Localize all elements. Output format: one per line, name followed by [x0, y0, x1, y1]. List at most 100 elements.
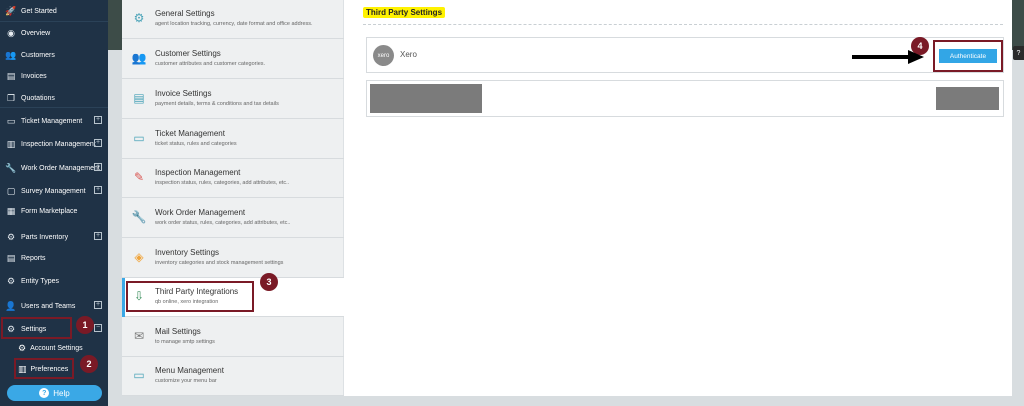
- sidebar-item-work-order-management[interactable]: 🔧 Work Order Management +: [0, 157, 108, 179]
- sidebar-item-parts-inventory[interactable]: ⚙ Parts Inventory +: [0, 226, 108, 248]
- menu-item-title: Inspection Management: [155, 168, 241, 177]
- menu-item-desc: customer attributes and customer categor…: [155, 61, 266, 67]
- expand-icon[interactable]: +: [94, 116, 102, 124]
- menu-item-title: Mail Settings: [155, 327, 201, 336]
- settings-menu-work-order[interactable]: 🔧 Work Order Management work order status,…: [122, 199, 344, 238]
- menu-item-desc: inventory categories and stock managemen…: [155, 260, 284, 266]
- expand-icon[interactable]: +: [94, 232, 102, 240]
- redacted-block: [936, 87, 999, 110]
- highlight-box: [126, 281, 254, 312]
- sidebar-item-label: Account Settings: [30, 344, 83, 352]
- expand-icon[interactable]: +: [94, 301, 102, 309]
- settings-menu-ticket[interactable]: ▭ Ticket Management ticket status, rules a…: [122, 120, 344, 159]
- menu-item-title: Ticket Management: [155, 129, 225, 138]
- menu-item-title: Invoice Settings: [155, 89, 212, 98]
- settings-menu-inspection[interactable]: ✎ Inspection Management inspection status,…: [122, 159, 344, 198]
- sidebar-item-label: Get Started: [21, 7, 57, 15]
- sidebar-item-label: Customers: [21, 51, 55, 59]
- sidebar-item-customers[interactable]: 👥 Customers: [0, 44, 108, 66]
- sidebar-item-form-marketplace[interactable]: ▦ Form Marketplace: [0, 200, 108, 222]
- sidebar-item-get-started[interactable]: 🚀 Get Started: [0, 0, 108, 22]
- ticket-icon: ▭: [6, 115, 16, 126]
- reports-icon: ▤: [6, 252, 16, 263]
- menu-item-title: Work Order Management: [155, 208, 246, 217]
- expand-icon[interactable]: +: [94, 186, 102, 194]
- sidebar-item-inspection-management[interactable]: ▥ Inspection Management +: [0, 133, 108, 155]
- rocket-icon: 🚀: [5, 5, 17, 16]
- settings-menu-inventory[interactable]: ◈ Inventory Settings inventory categories …: [122, 239, 344, 278]
- users-icon: 👤: [5, 300, 17, 311]
- settings-menu-mail[interactable]: ✉ Mail Settings to manage smtp settings: [122, 318, 344, 357]
- inspection-icon: ▥: [6, 138, 16, 149]
- sidebar-item-overview[interactable]: ◉ Overview: [0, 22, 108, 44]
- box-icon: ◈: [134, 250, 144, 264]
- settings-menu-general[interactable]: ⚙ General Settings agent location tracking…: [122, 0, 344, 39]
- help-label: Help: [53, 388, 70, 398]
- arrow-icon: [852, 50, 924, 64]
- sidebar-item-label: Quotations: [21, 94, 55, 102]
- divider: [363, 24, 1003, 25]
- collapse-icon[interactable]: −: [94, 324, 102, 332]
- sidebar-item-reports[interactable]: ▤ Reports: [0, 247, 108, 269]
- sidebar-subitem-account-settings[interactable]: ⚙ Account Settings: [18, 338, 83, 358]
- sidebar-item-ticket-management[interactable]: ▭ Ticket Management +: [0, 110, 108, 132]
- settings-menu: ⚙ General Settings agent location tracking…: [122, 0, 344, 396]
- survey-icon: ▢: [6, 185, 16, 196]
- account-settings-icon: ⚙: [18, 342, 27, 353]
- sidebar-item-label: Entity Types: [21, 277, 60, 285]
- help-tab-icon[interactable]: ?: [1013, 46, 1024, 60]
- sidebar-item-label: Users and Teams: [21, 302, 76, 310]
- sidebar-item-label: Invoices: [21, 72, 47, 80]
- sidebar-item-entity-types[interactable]: ⚙ Entity Types: [0, 270, 108, 292]
- sidebar-item-invoices[interactable]: ▤ Invoices: [0, 65, 108, 87]
- sidebar-item-label: Survey Management: [21, 187, 86, 195]
- menu-item-title: Inventory Settings: [155, 248, 220, 257]
- menu-item-title: Menu Management: [155, 366, 224, 375]
- wrench-icon: 🔧: [131, 210, 147, 224]
- settings-menu-menu-management[interactable]: ▭ Menu Management customize your menu bar: [122, 357, 344, 396]
- settings-menu-invoice[interactable]: ▤ Invoice Settings payment details, terms …: [122, 80, 344, 119]
- sidebar-item-label: Ticket Management: [21, 117, 83, 125]
- redacted-block: [370, 84, 482, 113]
- wrench-icon: 🔧: [5, 162, 17, 173]
- sidebar-item-quotations[interactable]: ❐ Quotations: [0, 87, 108, 109]
- help-button[interactable]: ? Help: [7, 385, 102, 401]
- sidebar-item-label: Reports: [21, 254, 46, 262]
- invoice-icon: ▤: [6, 70, 16, 81]
- sidebar-item-label: Form Marketplace: [21, 207, 78, 215]
- menu-item-desc: work order status, rules, categories, ad…: [155, 220, 291, 226]
- sidebar-item-label: Inspection Management: [21, 140, 96, 148]
- highlight-box: [14, 358, 74, 379]
- xero-logo: xero: [373, 45, 394, 66]
- step-badge-1: 1: [76, 316, 94, 334]
- customers-icon: 👥: [131, 51, 147, 65]
- menu-item-desc: agent location tracking, currency, date …: [155, 21, 313, 27]
- sidebar-item-label: Parts Inventory: [21, 233, 69, 241]
- gear-icon: ⚙: [133, 11, 145, 25]
- left-sidebar: 🚀 Get Started ◉ Overview 👥 Customers ▤ Invoi…: [0, 0, 108, 406]
- expand-icon[interactable]: +: [94, 163, 102, 171]
- step-badge-2: 2: [80, 355, 98, 373]
- quotation-icon: ❐: [6, 92, 16, 103]
- authenticate-button[interactable]: Authenticate: [939, 49, 997, 63]
- inspection-icon: ✎: [133, 170, 145, 184]
- invoice-icon: ▤: [133, 91, 145, 105]
- mail-icon: ✉: [133, 329, 145, 343]
- highlight-box: [1, 317, 72, 339]
- menu-item-desc: inspection status, rules, categories, ad…: [155, 180, 290, 186]
- globe-icon: ◉: [7, 27, 15, 38]
- sidebar-item-label: Overview: [21, 29, 51, 37]
- expand-icon[interactable]: +: [94, 139, 102, 147]
- step-badge-3: 3: [260, 273, 278, 291]
- question-icon: ?: [39, 388, 50, 398]
- entity-icon: ⚙: [6, 275, 16, 286]
- ticket-icon: ▭: [133, 131, 145, 145]
- sidebar-item-label: Work Order Management: [21, 164, 100, 172]
- customers-icon: 👥: [5, 49, 17, 60]
- menu-icon: ▭: [133, 368, 145, 382]
- page-title: Third Party Settings: [363, 7, 446, 18]
- menu-item-title: Customer Settings: [155, 49, 221, 58]
- sidebar-item-survey-management[interactable]: ▢ Survey Management +: [0, 180, 108, 202]
- settings-menu-customer[interactable]: 👥 Customer Settings customer attributes an…: [122, 40, 344, 79]
- sidebar-item-users-and-teams[interactable]: 👤 Users and Teams +: [0, 295, 108, 317]
